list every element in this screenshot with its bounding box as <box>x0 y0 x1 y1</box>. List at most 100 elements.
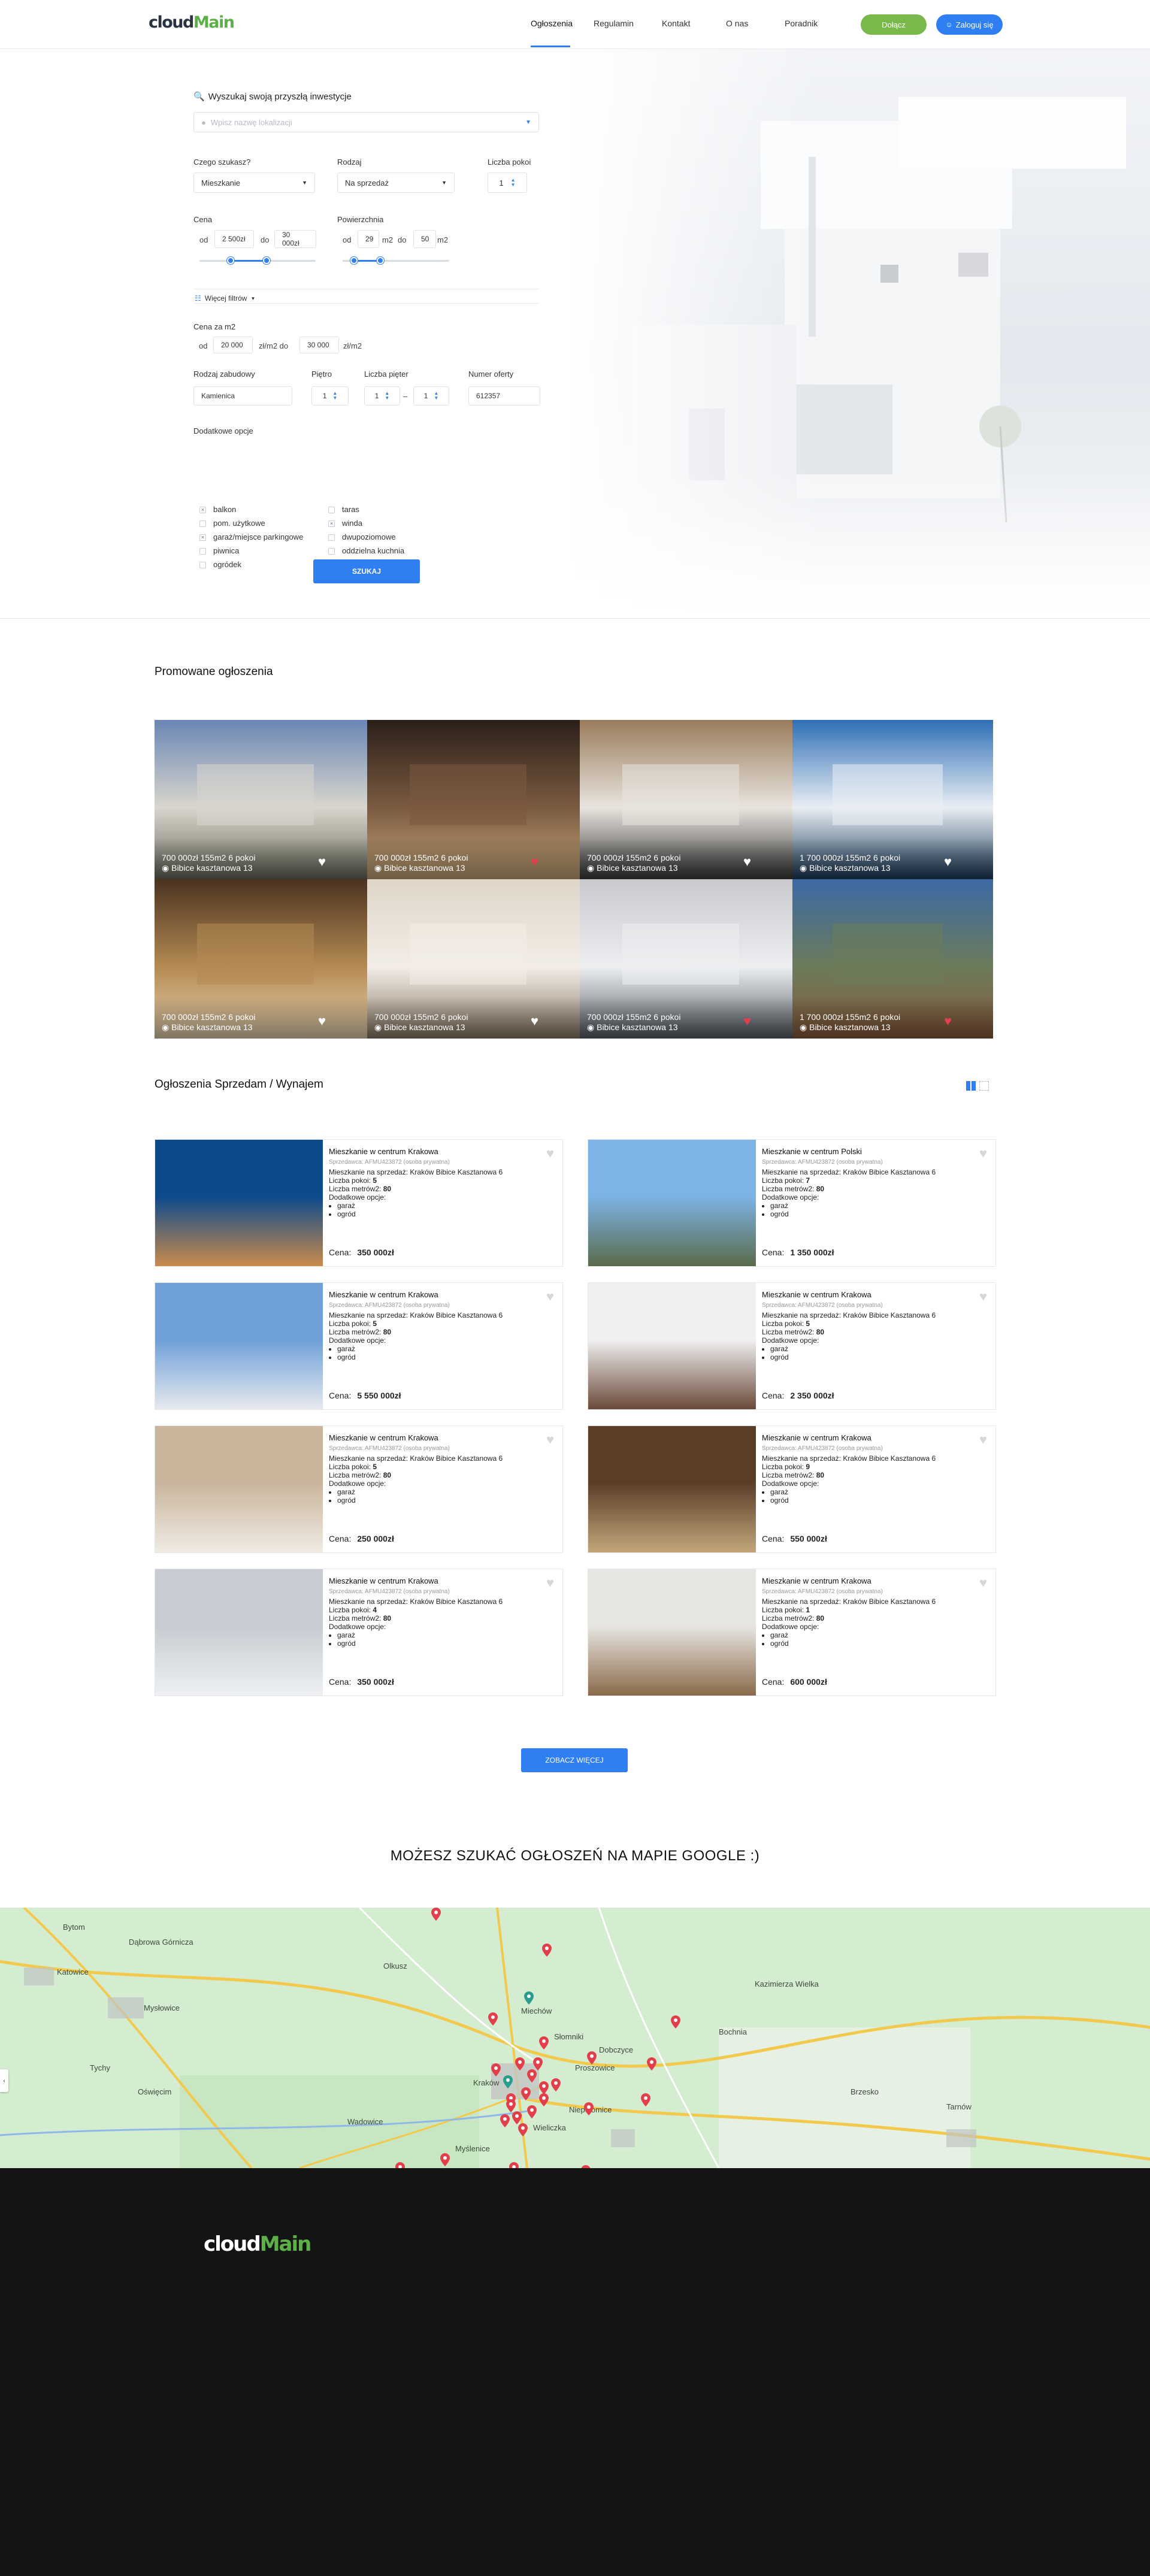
map-marker-icon[interactable] <box>542 1944 552 1957</box>
stepper-arrows-icon[interactable]: ▲ ▼ <box>434 391 438 401</box>
extra-checkbox[interactable] <box>328 534 335 541</box>
listing-title[interactable]: Mieszkanie w centrum Krakowa <box>762 1290 871 1299</box>
price-slider-min-handle[interactable] <box>227 257 234 264</box>
nav-o-nas[interactable]: O nas <box>726 19 748 28</box>
login-button[interactable]: ☺ Zaloguj się <box>936 14 1003 35</box>
ppm-from-input[interactable]: 20 000 <box>213 337 253 353</box>
heart-icon[interactable]: ♥ <box>546 1289 554 1304</box>
map-marker-icon[interactable] <box>395 2162 405 2168</box>
stepper-arrows-icon[interactable]: ▲ ▼ <box>332 391 337 401</box>
listing-card[interactable]: Mieszkanie w centrum Krakowa Sprzedawca:… <box>588 1569 996 1696</box>
promoted-tile[interactable]: 700 000zł 155m2 6 pokoi ◉ Bibice kasztano… <box>580 879 792 1039</box>
area-from-input[interactable]: 29 <box>358 230 379 248</box>
heart-icon[interactable]: ♥ <box>944 1015 958 1029</box>
map-marker-icon[interactable] <box>503 2075 513 2088</box>
promoted-tile[interactable]: 1 700 000zł 155m2 6 pokoi ◉ Bibice kaszta… <box>792 720 993 879</box>
extra-checkbox[interactable] <box>199 562 206 568</box>
list-view-icon[interactable] <box>979 1081 989 1091</box>
promoted-tile[interactable]: 700 000zł 155m2 6 pokoi ◉ Bibice kasztano… <box>155 720 367 879</box>
map-marker-icon[interactable] <box>671 2015 680 2029</box>
area-slider-min-handle[interactable] <box>350 257 358 264</box>
location-input[interactable]: ● Wpisz nazwę lokalizacji ▼ <box>193 112 539 132</box>
listing-title[interactable]: Mieszkanie w centrum Polski <box>762 1147 862 1156</box>
heart-icon[interactable]: ♥ <box>546 1432 554 1448</box>
map-marker-icon[interactable] <box>527 2069 537 2082</box>
ppm-to-input[interactable]: 30 000 <box>299 337 339 353</box>
footer-logo[interactable]: cloudMain <box>204 2232 311 2256</box>
listing-card[interactable]: Mieszkanie w centrum Krakowa Sprzedawca:… <box>155 1139 563 1267</box>
extra-checkbox[interactable]: × <box>199 534 206 541</box>
map-marker-icon[interactable] <box>551 2078 561 2091</box>
map-marker-icon[interactable] <box>647 2057 656 2071</box>
map-marker-icon[interactable] <box>539 2081 549 2094</box>
listing-title[interactable]: Mieszkanie w centrum Krakowa <box>329 1290 438 1299</box>
see-more-button[interactable]: ZOBACZ WIĘCEJ <box>521 1748 628 1772</box>
grid-view-icon[interactable] <box>966 1081 976 1091</box>
map-marker-icon[interactable] <box>539 2036 549 2050</box>
nav-ogloszenia[interactable]: Ogłoszenia <box>531 19 573 28</box>
listing-title[interactable]: Mieszkanie w centrum Krakowa <box>762 1433 871 1442</box>
map-marker-icon[interactable] <box>431 1908 441 1921</box>
map-marker-icon[interactable] <box>515 2057 525 2071</box>
stepper-arrows-icon[interactable]: ▲ ▼ <box>511 178 516 187</box>
extra-checkbox[interactable] <box>328 548 335 555</box>
map-side-toggle[interactable]: ‹ <box>0 2069 8 2092</box>
google-map[interactable]: Bytom Dąbrowa Górnicza Katowice Mysłowice Ty… <box>0 1908 1150 2168</box>
extra-checkbox[interactable]: × <box>328 520 335 527</box>
map-marker-icon[interactable] <box>518 2123 528 2136</box>
listing-title[interactable]: Mieszkanie w centrum Krakowa <box>762 1576 871 1585</box>
price-from-input[interactable]: 2 500zł <box>214 230 254 248</box>
map-marker-icon[interactable] <box>533 2057 543 2071</box>
heart-icon[interactable]: ♥ <box>531 1015 545 1029</box>
promoted-tile[interactable]: 700 000zł 155m2 6 pokoi ◉ Bibice kasztano… <box>580 720 792 879</box>
heart-icon[interactable]: ♥ <box>318 855 332 870</box>
area-to-input[interactable]: 50 <box>413 230 436 248</box>
listing-title[interactable]: Mieszkanie w centrum Krakowa <box>329 1147 438 1156</box>
price-slider-max-handle[interactable] <box>263 257 270 264</box>
map-marker-icon[interactable] <box>641 2093 650 2106</box>
type-select[interactable]: Na sprzedaż ▼ <box>337 172 455 193</box>
listing-title[interactable]: Mieszkanie w centrum Krakowa <box>329 1576 438 1585</box>
extra-checkbox[interactable] <box>199 520 206 527</box>
extra-checkbox[interactable] <box>328 507 335 513</box>
listing-card[interactable]: Mieszkanie w centrum Krakowa Sprzedawca:… <box>155 1425 563 1553</box>
heart-icon[interactable]: ♥ <box>318 1015 332 1029</box>
heart-icon[interactable]: ♥ <box>979 1289 987 1304</box>
heart-icon[interactable]: ♥ <box>743 855 758 870</box>
register-button[interactable]: Dołącz <box>861 14 927 35</box>
map-marker-icon[interactable] <box>488 2012 498 2026</box>
heart-icon[interactable]: ♥ <box>944 855 958 870</box>
listing-card[interactable]: Mieszkanie w centrum Krakowa Sprzedawca:… <box>588 1425 996 1553</box>
listing-card[interactable]: Mieszkanie w centrum Krakowa Sprzedawca:… <box>155 1282 563 1410</box>
floors-to-stepper[interactable]: 1 ▲ ▼ <box>413 386 449 405</box>
map-marker-icon[interactable] <box>509 2162 519 2168</box>
area-slider-max-handle[interactable] <box>377 257 384 264</box>
listing-card[interactable]: Mieszkanie w centrum Krakowa Sprzedawca:… <box>588 1282 996 1410</box>
map-marker-icon[interactable] <box>527 2105 537 2118</box>
heart-icon[interactable]: ♥ <box>546 1575 554 1591</box>
building-input[interactable]: Kamienica <box>193 386 292 405</box>
heart-icon[interactable]: ♥ <box>979 1146 987 1161</box>
map-marker-icon[interactable] <box>521 2087 531 2100</box>
nav-kontakt[interactable]: Kontakt <box>662 19 690 28</box>
map-marker-icon[interactable] <box>587 2051 597 2065</box>
looking-select[interactable]: Mieszkanie ▼ <box>193 172 315 193</box>
map-marker-icon[interactable] <box>539 2093 549 2106</box>
heart-icon[interactable]: ♥ <box>546 1146 554 1161</box>
map-marker-icon[interactable] <box>491 2063 501 2076</box>
price-to-input[interactable]: 30 000zł <box>274 230 316 248</box>
search-submit-button[interactable]: SZUKAJ <box>313 559 420 583</box>
listing-card[interactable]: Mieszkanie w centrum Krakowa Sprzedawca:… <box>155 1569 563 1696</box>
nav-regulamin[interactable]: Regulamin <box>594 19 634 28</box>
floors-from-stepper[interactable]: 1 ▲ ▼ <box>364 386 400 405</box>
listing-title[interactable]: Mieszkanie w centrum Krakowa <box>329 1433 438 1442</box>
logo[interactable]: cloudMain <box>149 13 235 32</box>
nav-poradnik[interactable]: Poradnik <box>785 19 818 28</box>
map-marker-icon[interactable] <box>506 2099 516 2112</box>
promoted-tile[interactable]: 700 000zł 155m2 6 pokoi ◉ Bibice kasztano… <box>367 879 580 1039</box>
promoted-tile[interactable]: 700 000zł 155m2 6 pokoi ◉ Bibice kasztano… <box>367 720 580 879</box>
heart-icon[interactable]: ♥ <box>979 1575 987 1591</box>
heart-icon[interactable]: ♥ <box>743 1015 758 1029</box>
extra-checkbox[interactable] <box>199 548 206 555</box>
more-filters-toggle[interactable]: ☷ Więcej filtrów ▼ <box>195 289 255 308</box>
